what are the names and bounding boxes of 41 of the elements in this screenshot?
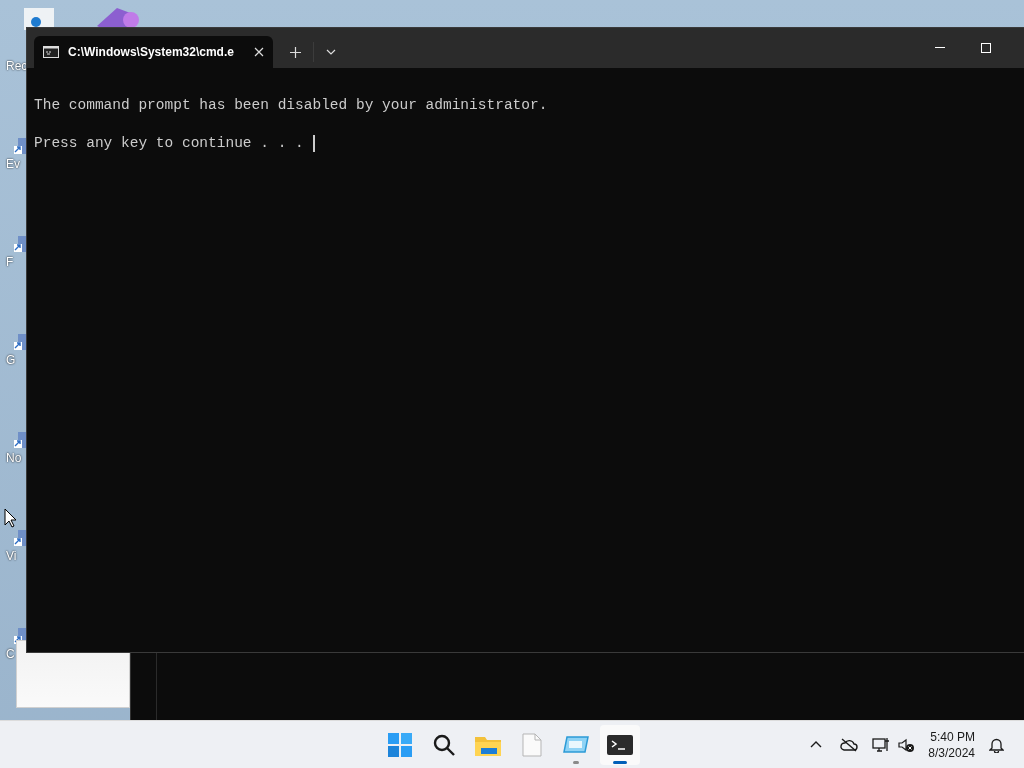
desktop-icon-label[interactable]: F xyxy=(6,256,14,268)
volume-muted-icon[interactable] xyxy=(898,737,915,752)
console-icon xyxy=(43,46,59,58)
running-indicator xyxy=(613,760,627,764)
cloud-off-icon[interactable] xyxy=(840,737,859,752)
desktop-icon-label[interactable]: G xyxy=(6,354,16,366)
desktop-icon-label[interactable]: Ev xyxy=(6,158,20,170)
network-icon[interactable] xyxy=(872,736,891,753)
terminal-icon xyxy=(607,734,633,755)
shortcut-icon[interactable] xyxy=(14,334,26,350)
shortcut-icon[interactable] xyxy=(14,530,26,546)
terminal-tab[interactable]: C:\Windows\System32\cmd.e xyxy=(34,36,273,68)
shortcut-icon[interactable] xyxy=(14,432,26,448)
recycle-bin-icon[interactable] xyxy=(22,6,56,30)
console-line: Press any key to continue . . . xyxy=(34,134,304,153)
screen-icon xyxy=(563,733,589,756)
clock[interactable]: 5:40 PM 8/3/2024 xyxy=(928,728,975,761)
clock-time: 5:40 PM xyxy=(930,728,975,745)
file-icon xyxy=(522,732,542,757)
windows-logo-icon xyxy=(388,732,412,757)
console-line: The command prompt has been disabled by your administrator. xyxy=(34,96,548,115)
desktop-icon-label[interactable]: Rec xyxy=(6,60,28,72)
desktop-icon-label[interactable]: Vi xyxy=(6,550,17,562)
running-indicator xyxy=(573,760,579,764)
chevron-up-icon[interactable] xyxy=(810,741,823,748)
new-tab-icon[interactable] xyxy=(290,46,301,58)
shortcut-icon[interactable] xyxy=(14,138,26,154)
dropdown-icon[interactable] xyxy=(326,49,336,55)
desktop-icon-label[interactable]: C xyxy=(6,648,15,660)
mouse-pointer-icon xyxy=(4,508,16,528)
maximize-icon[interactable] xyxy=(981,43,991,53)
minimize-icon[interactable] xyxy=(935,47,945,49)
close-tab-icon[interactable] xyxy=(254,47,264,57)
search-icon xyxy=(432,732,456,757)
text-cursor xyxy=(312,135,315,152)
taskbar-app-button[interactable] xyxy=(600,724,640,765)
shortcut-icon[interactable] xyxy=(14,236,26,252)
tab-title: C:\Windows\System32\cmd.e xyxy=(68,44,235,61)
notification-bell-icon[interactable] xyxy=(989,736,1004,753)
clock-date: 8/3/2024 xyxy=(928,744,975,761)
desktop-icon-label[interactable]: No xyxy=(6,452,22,464)
